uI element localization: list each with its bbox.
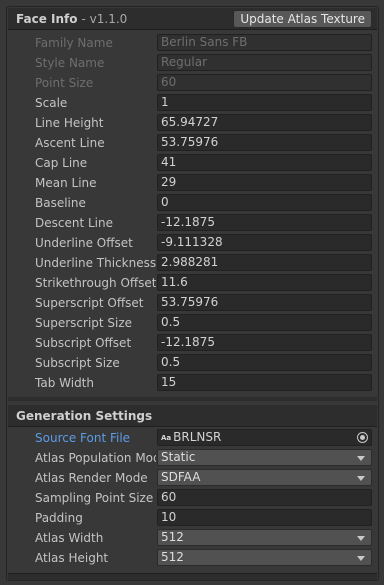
ascent-line-row: Ascent Line 53.75976: [7, 133, 378, 153]
subscript-size-field[interactable]: 0.5: [157, 354, 372, 371]
font-asset-icon: Aa: [161, 434, 172, 442]
descent-line-field[interactable]: -12.1875: [157, 214, 372, 231]
section-divider: [8, 397, 377, 401]
source-font-file-field[interactable]: Aa BRLNSR: [157, 429, 372, 446]
descent-line-label: Descent Line: [35, 216, 113, 230]
point-size-label: Point Size: [35, 76, 94, 90]
padding-label: Padding: [35, 511, 83, 525]
object-picker-icon[interactable]: [357, 432, 368, 443]
mean-line-field[interactable]: 29: [157, 174, 372, 191]
line-height-row: Line Height 65.94727: [7, 113, 378, 133]
mean-line-row: Mean Line 29: [7, 173, 378, 193]
atlas-height-label: Atlas Height: [35, 551, 109, 565]
face-info-rows: Family Name Berlin Sans FB Style Name Re…: [7, 33, 378, 393]
atlas-population-mode-row: Atlas Population Mod Static: [7, 448, 378, 468]
descent-line-row: Descent Line -12.1875: [7, 213, 378, 233]
atlas-height-row: Atlas Height 512: [7, 548, 378, 568]
tab-width-row: Tab Width 15: [7, 373, 378, 393]
underline-thickness-field[interactable]: 2.988281: [157, 254, 372, 271]
atlas-width-label: Atlas Width: [35, 531, 104, 545]
cap-line-label: Cap Line: [35, 156, 88, 170]
scale-row: Scale 1: [7, 93, 378, 113]
source-font-file-row: Source Font File Aa BRLNSR: [7, 428, 378, 448]
style-name-label: Style Name: [35, 56, 105, 70]
update-atlas-texture-button[interactable]: Update Atlas Texture: [233, 10, 372, 28]
superscript-offset-label: Superscript Offset: [35, 296, 144, 310]
atlas-width-row: Atlas Width 512: [7, 528, 378, 548]
underline-thickness-row: Underline Thickness 2.988281: [7, 253, 378, 273]
baseline-field[interactable]: 0: [157, 194, 372, 211]
atlas-render-mode-label: Atlas Render Mode: [35, 471, 148, 485]
cap-line-row: Cap Line 41: [7, 153, 378, 173]
font-asset-inspector: Face Info - v1.1.0 Update Atlas Texture F…: [6, 6, 379, 581]
face-info-header[interactable]: Face Info - v1.1.0 Update Atlas Texture: [8, 8, 377, 30]
family-name-row: Family Name Berlin Sans FB: [7, 33, 378, 53]
generation-settings-title: Generation Settings: [16, 408, 153, 423]
atlas-height-dropdown[interactable]: 512: [157, 549, 372, 566]
style-name-row: Style Name Regular: [7, 53, 378, 73]
face-info-title-text: Face Info: [16, 11, 78, 26]
padding-field[interactable]: 10: [157, 509, 372, 526]
subscript-offset-label: Subscript Offset: [35, 336, 132, 350]
scale-field[interactable]: 1: [157, 94, 372, 111]
face-info-version: - v1.1.0: [81, 11, 128, 26]
ascent-line-field[interactable]: 53.75976: [157, 134, 372, 151]
subscript-offset-row: Subscript Offset -12.1875: [7, 333, 378, 353]
face-info-title: Face Info - v1.1.0: [16, 12, 127, 26]
underline-offset-field[interactable]: -9.111328: [157, 234, 372, 251]
underline-thickness-label: Underline Thickness: [35, 256, 156, 270]
point-size-row: Point Size 60: [7, 73, 378, 93]
tab-width-field[interactable]: 15: [157, 374, 372, 391]
superscript-size-row: Superscript Size 0.5: [7, 313, 378, 333]
superscript-offset-field[interactable]: 53.75976: [157, 294, 372, 311]
strikethrough-offset-label: Strikethrough Offset: [35, 276, 156, 290]
tab-width-label: Tab Width: [35, 376, 94, 390]
line-height-label: Line Height: [35, 116, 104, 130]
mean-line-label: Mean Line: [35, 176, 97, 190]
source-font-file-value: BRLNSR: [173, 430, 222, 444]
generation-settings-rows: Source Font File Aa BRLNSR Atlas Populati…: [7, 428, 378, 568]
padding-row: Padding 10: [7, 508, 378, 528]
cap-line-field[interactable]: 41: [157, 154, 372, 171]
line-height-field[interactable]: 65.94727: [157, 114, 372, 131]
baseline-row: Baseline 0: [7, 193, 378, 213]
atlas-render-mode-row: Atlas Render Mode SDFAA: [7, 468, 378, 488]
next-section-header: [8, 573, 377, 580]
subscript-offset-field[interactable]: -12.1875: [157, 334, 372, 351]
subscript-size-label: Subscript Size: [35, 356, 120, 370]
superscript-offset-row: Superscript Offset 53.75976: [7, 293, 378, 313]
atlas-width-dropdown[interactable]: 512: [157, 529, 372, 546]
superscript-size-label: Superscript Size: [35, 316, 133, 330]
atlas-render-mode-dropdown[interactable]: SDFAA: [157, 469, 372, 486]
sampling-point-size-field[interactable]: 60: [157, 489, 372, 506]
atlas-population-mode-label: Atlas Population Mod: [35, 451, 156, 465]
subscript-size-row: Subscript Size 0.5: [7, 353, 378, 373]
point-size-field: 60: [157, 74, 372, 91]
generation-settings-header[interactable]: Generation Settings: [8, 405, 377, 427]
family-name-label: Family Name: [35, 36, 113, 50]
source-font-file-label[interactable]: Source Font File: [35, 430, 156, 446]
atlas-population-mode-dropdown[interactable]: Static: [157, 449, 372, 466]
family-name-field: Berlin Sans FB: [157, 34, 372, 51]
superscript-size-field[interactable]: 0.5: [157, 314, 372, 331]
baseline-label: Baseline: [35, 196, 86, 210]
sampling-point-size-label: Sampling Point Size: [35, 491, 154, 505]
style-name-field: Regular: [157, 54, 372, 71]
sampling-point-size-row: Sampling Point Size 60: [7, 488, 378, 508]
strikethrough-offset-field[interactable]: 11.6: [157, 274, 372, 291]
scale-label: Scale: [35, 96, 68, 110]
underline-offset-label: Underline Offset: [35, 236, 133, 250]
strikethrough-offset-row: Strikethrough Offset 11.6: [7, 273, 378, 293]
ascent-line-label: Ascent Line: [35, 136, 105, 150]
underline-offset-row: Underline Offset -9.111328: [7, 233, 378, 253]
